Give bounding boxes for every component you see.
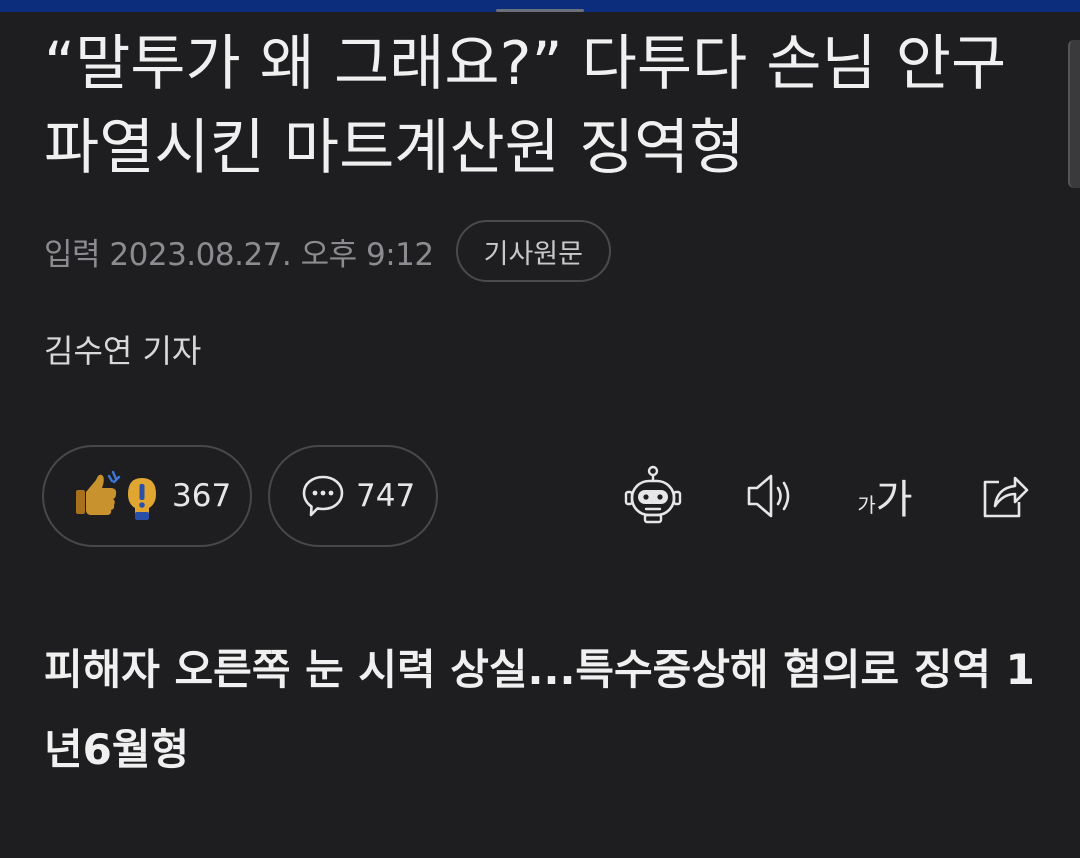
robot-icon (624, 465, 682, 524)
reactions-button[interactable]: 367 (42, 445, 252, 547)
publish-timestamp: 입력 2023.08.27. 오후 9:12 (44, 236, 434, 273)
exclamation-icon (128, 478, 156, 520)
scrollbar[interactable] (1068, 40, 1080, 188)
reporter-name[interactable]: 김수연 기자 (44, 326, 201, 372)
comments-count: 747 (356, 478, 416, 514)
share-button[interactable] (972, 463, 1038, 529)
comments-button[interactable]: 747 (268, 445, 438, 547)
share-icon (983, 476, 1029, 518)
article-subheadline: 피해자 오른쪽 눈 시력 상실...특수중상해 혐의로 징역 1년6월형 (44, 645, 1035, 774)
ai-summary-button[interactable] (620, 463, 686, 529)
original-article-button[interactable]: 기사원문 (455, 220, 611, 282)
text-to-speech-button[interactable] (736, 463, 802, 529)
reactions-count: 367 (172, 478, 232, 514)
speech-bubble-icon (302, 475, 344, 517)
article-page: “말투가 왜 그래요?” 다투다 손님 안구 파열시킨 마트계산원 징역형 입력… (0, 0, 1080, 858)
reaction-icons (76, 470, 156, 520)
font-size-button[interactable]: 가가 (852, 463, 918, 529)
speaker-icon (747, 474, 790, 518)
drag-handle[interactable] (496, 9, 584, 12)
article-headline: “말투가 왜 그래요?” 다투다 손님 안구 파열시킨 마트계산원 징역형 (44, 29, 1007, 183)
thumbs-up-icon (76, 470, 121, 515)
article-meta: 입력 2023.08.27. 오후 9:12 기사원문 (44, 218, 611, 284)
font-large-glyph: 가 (875, 477, 913, 523)
article-actions: 367 747 가 가 (42, 445, 1042, 547)
font-small-glyph: 가 (857, 492, 876, 517)
